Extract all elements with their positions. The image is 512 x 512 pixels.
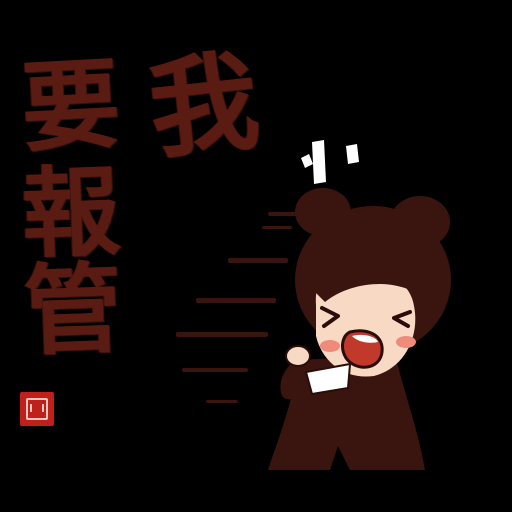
surprise-marks-icon bbox=[301, 140, 359, 184]
sticker-canvas: 要 報 管 我 bbox=[0, 0, 512, 512]
cartoon-girl-illustration bbox=[176, 140, 451, 470]
